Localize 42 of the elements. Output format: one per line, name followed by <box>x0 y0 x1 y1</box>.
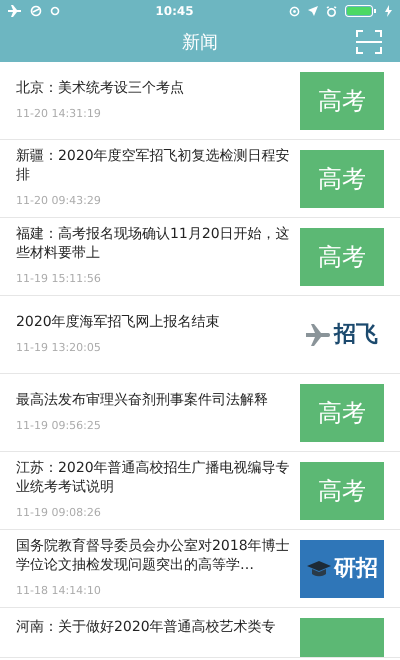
rotation-lock-icon <box>288 6 300 16</box>
news-item[interactable]: 福建：高考报名现场确认11月20日开始，这些材料要带上 11-19 15:11:56 高考 <box>0 218 400 296</box>
news-time: 11-19 09:08:26 <box>16 505 102 522</box>
news-item[interactable]: 北京：美术统考设三个考点 11-20 14:31:19 高考 <box>0 62 400 140</box>
category-tag: 高考 <box>300 384 384 442</box>
scan-icon[interactable] <box>356 30 382 54</box>
battery-icon <box>344 5 377 17</box>
location-icon <box>308 6 318 16</box>
news-time: 11-19 15:11:56 <box>16 271 102 288</box>
category-tag: 高考 <box>300 72 384 130</box>
status-time: 10:45 <box>155 3 194 20</box>
charging-icon <box>384 5 392 17</box>
news-title: 国务院教育督导委员会办公室对2018年博士学位论文抽检发现问题突出的高等学… <box>16 537 290 576</box>
news-title: 新疆：2020年度空军招飞初复选检测日程安排 <box>16 147 290 186</box>
news-time: 11-19 13:20:05 <box>16 340 102 356</box>
news-title: 河南：关于做好2020年普通高校艺术类专 <box>16 618 277 637</box>
news-title: 最高法发布审理兴奋剂刑事案件司法解释 <box>16 390 269 410</box>
news-time: 11-20 14:31:19 <box>16 106 102 122</box>
category-label: 招飞 <box>334 321 378 349</box>
news-title: 北京：美术统考设三个考点 <box>16 78 185 98</box>
news-title: 福建：高考报名现场确认11月20日开始，这些材料要带上 <box>16 225 290 264</box>
category-tag: 高考 <box>300 150 384 208</box>
category-tag: 高考 <box>300 462 384 520</box>
news-item[interactable]: 江苏：2020年普通高校招生广播电视编导专业统考考试说明 11-19 09:08:26 高考 <box>0 452 400 530</box>
news-item[interactable]: 最高法发布审理兴奋剂刑事案件司法解释 11-19 09:56:25 高考 <box>0 374 400 452</box>
news-item[interactable]: 2020年度海军招飞网上报名结束 11-19 13:20:05 招飞 <box>0 296 400 374</box>
alarm-icon <box>326 6 337 16</box>
news-item[interactable]: 国务院教育督导委员会办公室对2018年博士学位论文抽检发现问题突出的高等学… 11-18 14:14:10 研招 <box>0 530 400 608</box>
news-item[interactable]: 新疆：2020年度空军招飞初复选检测日程安排 11-20 09:43:29 高考 <box>0 140 400 218</box>
graduation-cap-icon <box>306 560 332 578</box>
airplane-icon <box>8 5 22 17</box>
page-title: 新闻 <box>182 30 218 54</box>
airplane-icon <box>306 324 330 346</box>
news-time: 11-19 09:56:25 <box>16 418 102 434</box>
category-label: 研招 <box>334 555 378 583</box>
news-item[interactable]: 河南：关于做好2020年普通高校艺术类专 <box>0 608 400 658</box>
news-title: 2020年度海军招飞网上报名结束 <box>16 312 221 332</box>
news-time: 11-20 09:43:29 <box>16 193 102 210</box>
category-tag: 高考 <box>300 228 384 286</box>
circle-icon <box>50 6 60 16</box>
news-time: 11-18 14:14:10 <box>16 583 102 600</box>
news-title: 江苏：2020年普通高校招生广播电视编导专业统考考试说明 <box>16 459 290 498</box>
